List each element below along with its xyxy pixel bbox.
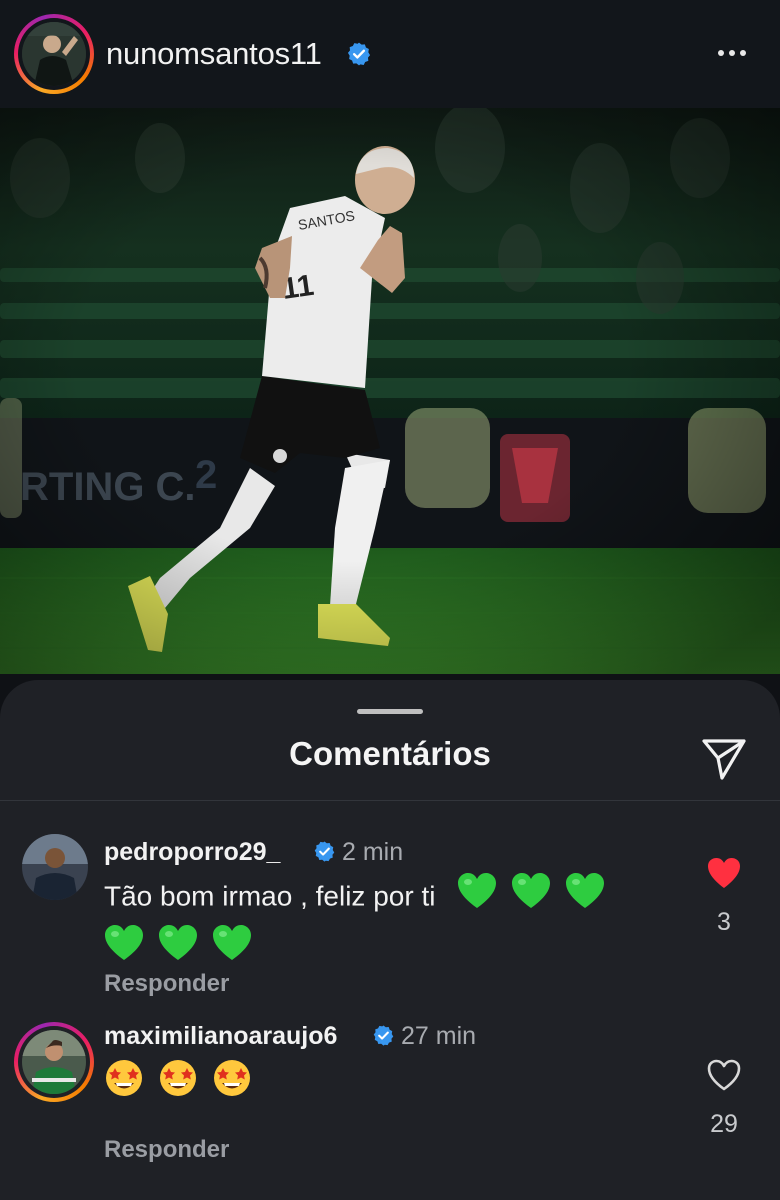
green-heart-emoji-icon	[565, 872, 605, 924]
like-count: 3	[717, 908, 731, 936]
comments-sheet: Comentários pedroporro29_ 2 min Tão bom …	[0, 680, 780, 1200]
sheet-drag-handle[interactable]	[357, 709, 423, 714]
comment-username[interactable]: maximilianoaraujo6	[104, 1022, 337, 1051]
green-heart-emoji-icon	[457, 872, 497, 924]
comment-username[interactable]: pedroporro29_	[104, 838, 280, 867]
sheet-divider	[0, 800, 780, 801]
comment-text-body: Tão bom irmao , feliz por ti	[104, 880, 436, 912]
author-avatar[interactable]	[14, 14, 94, 94]
comments-title: Comentários	[289, 735, 491, 772]
post-header: nunomsantos11	[0, 0, 780, 108]
verified-badge-icon	[314, 841, 335, 862]
verified-badge-icon	[347, 42, 371, 66]
comment-text	[104, 1058, 664, 1112]
green-heart-emoji-icon	[104, 924, 144, 976]
comment-time: 2 min	[342, 838, 404, 866]
star-struck-emoji-icon	[158, 1058, 198, 1112]
like-heart-outline-icon[interactable]	[706, 1058, 742, 1092]
green-heart-emoji-icon	[511, 872, 551, 924]
green-heart-emoji-icon	[212, 924, 252, 976]
reply-button[interactable]: Responder	[104, 970, 229, 998]
green-heart-emoji-icon	[158, 924, 198, 976]
share-send-icon[interactable]	[700, 736, 748, 782]
post-photo: RTING C. 2 SANTOS 11	[0, 108, 780, 674]
like-heart-filled-icon[interactable]	[706, 856, 742, 890]
star-struck-emoji-icon	[104, 1058, 144, 1112]
reply-button[interactable]: Responder	[104, 1136, 229, 1164]
star-struck-emoji-icon	[212, 1058, 252, 1112]
commenter-avatar[interactable]	[14, 1022, 94, 1102]
commenter-avatar[interactable]	[22, 834, 88, 900]
comment-text: Tão bom irmao , feliz por ti	[104, 872, 664, 976]
comment-time: 27 min	[401, 1022, 477, 1050]
verified-badge-icon	[373, 1025, 394, 1046]
more-options-icon[interactable]	[718, 42, 752, 64]
like-count: 29	[710, 1110, 738, 1138]
author-username[interactable]: nunomsantos11	[106, 36, 322, 72]
